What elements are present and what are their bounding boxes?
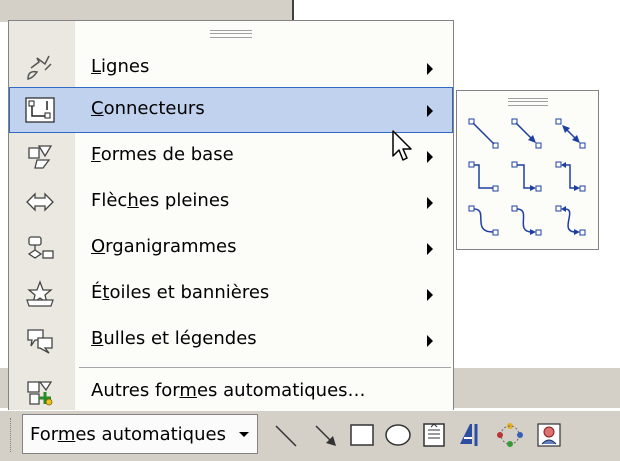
curved-arrow-connector-icon[interactable] — [506, 200, 549, 243]
menu-item-label: Flèches pleines — [91, 190, 230, 211]
submenu-drag-handle[interactable] — [507, 98, 548, 106]
menu-drag-handle[interactable] — [210, 30, 252, 38]
autoshapes-button[interactable]: Formes automatiques — [22, 414, 258, 454]
menu-item-label: Lignes — [91, 56, 150, 77]
menu-item-label: Formes de base — [91, 144, 234, 165]
block-arrows-icon — [26, 192, 54, 212]
diagram-icon[interactable] — [492, 418, 528, 452]
submenu-arrow-icon — [427, 243, 433, 255]
submenu-arrow-icon — [427, 289, 433, 301]
submenu-arrow-icon — [427, 105, 433, 117]
menu-item-label: Bulles et légendes — [91, 328, 257, 349]
menu-item-lines[interactable]: Lignes — [9, 45, 453, 91]
connectors-submenu — [456, 90, 599, 250]
menu-item-block-arrows[interactable]: Flèches pleines — [9, 179, 453, 225]
stars-banners-icon — [26, 280, 54, 307]
menu-separator — [79, 367, 451, 368]
flowchart-icon — [27, 236, 54, 259]
elbow-double-arrow-connector-icon[interactable] — [550, 156, 593, 199]
mouse-cursor-icon — [392, 130, 412, 161]
more-autoshapes-icon — [27, 381, 53, 406]
toolbar-grip[interactable] — [10, 418, 15, 452]
curved-double-arrow-connector-icon[interactable] — [550, 200, 593, 243]
rectangle-icon[interactable] — [344, 418, 380, 452]
background-window — [0, 0, 292, 22]
elbow-connector-icon[interactable] — [463, 156, 506, 199]
autoshapes-menu: Lignes Connecteurs Formes de base Flèche… — [8, 20, 454, 413]
dropdown-caret-icon — [239, 432, 249, 437]
straight-connector-icon[interactable] — [463, 113, 506, 156]
line-icon[interactable] — [268, 418, 304, 452]
menu-item-stars-banners[interactable]: Étoiles et bannières — [9, 271, 453, 317]
submenu-arrow-icon — [427, 63, 433, 75]
textbox-icon[interactable] — [416, 418, 452, 452]
callouts-icon — [27, 329, 53, 354]
oval-icon[interactable] — [380, 418, 416, 452]
connector-grid — [463, 113, 593, 243]
menu-item-label: Autres formes automatiques… — [91, 380, 366, 401]
connectors-icon — [25, 97, 55, 123]
straight-arrow-connector-icon[interactable] — [506, 113, 549, 156]
arrow-icon[interactable] — [308, 418, 344, 452]
submenu-arrow-icon — [427, 335, 433, 347]
menu-item-basic-shapes[interactable]: Formes de base — [9, 133, 453, 179]
menu-item-flowchart[interactable]: Organigrammes — [9, 225, 453, 271]
menu-item-label: Étoiles et bannières — [91, 282, 270, 303]
menu-item-callouts[interactable]: Bulles et légendes — [9, 317, 453, 363]
curved-connector-icon[interactable] — [463, 200, 506, 243]
menu-item-more-autoshapes[interactable]: Autres formes automatiques… — [9, 369, 453, 415]
straight-double-arrow-connector-icon[interactable] — [550, 113, 593, 156]
autoshapes-label: Formes automatiques — [30, 424, 226, 445]
submenu-arrow-icon — [427, 151, 433, 163]
window-border — [292, 0, 294, 22]
menu-item-label: Connecteurs — [91, 98, 205, 119]
submenu-arrow-icon — [427, 197, 433, 209]
clipart-icon[interactable] — [532, 418, 568, 452]
lines-icon — [27, 55, 52, 80]
elbow-arrow-connector-icon[interactable] — [506, 156, 549, 199]
wordart-icon[interactable] — [452, 418, 488, 452]
basic-shapes-icon — [28, 145, 53, 169]
menu-item-connectors[interactable]: Connecteurs — [9, 87, 453, 133]
menu-item-label: Organigrammes — [91, 236, 237, 257]
